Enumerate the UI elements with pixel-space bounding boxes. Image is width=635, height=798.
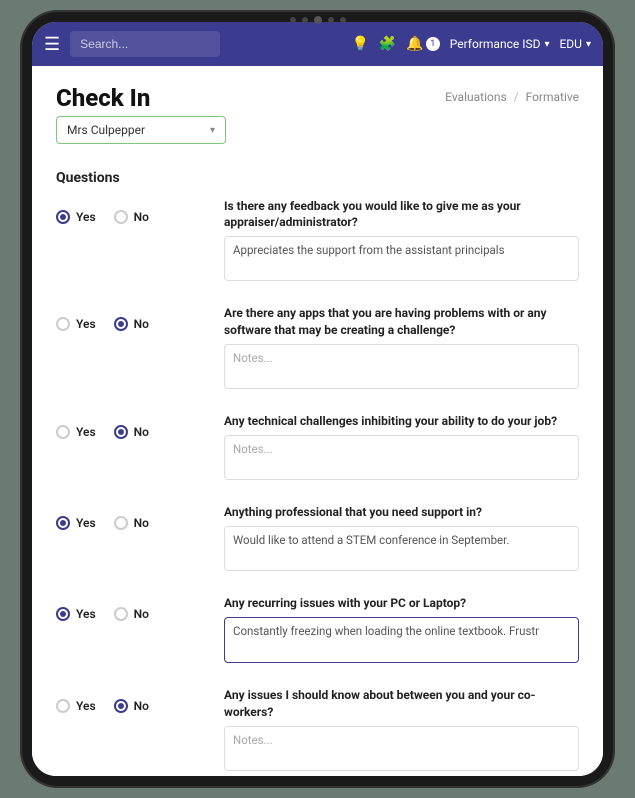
question-body: Any technical challenges inhibiting your…	[224, 413, 579, 484]
question-row: Yes No Is there any feedback you would lik…	[56, 198, 579, 285]
radio-label: Yes	[76, 607, 96, 621]
notifications-button[interactable]: 🔔 1	[406, 36, 439, 52]
role-dropdown[interactable]: EDU ▾	[559, 37, 591, 51]
question-row: Yes No Any issues I should know about betw…	[56, 687, 579, 774]
radio-group: Yes No	[56, 413, 206, 439]
radio-group: Yes No	[56, 687, 206, 713]
question-row: Yes No Anything professional that you need…	[56, 504, 579, 575]
radio-group: Yes No	[56, 198, 206, 224]
topbar: ☰ 💡 🧩 🔔 1 Performance ISD ▾ EDU ▾	[32, 22, 603, 66]
question-body: Is there any feedback you would like to …	[224, 198, 579, 285]
radio-label: No	[134, 317, 149, 331]
radio-dot-icon	[56, 699, 70, 713]
lightbulb-icon[interactable]: 💡	[351, 36, 368, 52]
org-label: Performance ISD	[450, 37, 541, 51]
radio-label: No	[134, 210, 149, 224]
radio-no[interactable]: No	[114, 516, 149, 530]
question-row: Yes No Any technical challenges inhibiting…	[56, 413, 579, 484]
question-text: Any issues I should know about between y…	[224, 687, 579, 719]
question-text: Any technical challenges inhibiting your…	[224, 413, 579, 429]
radio-yes[interactable]: Yes	[56, 516, 96, 530]
radio-group: Yes No	[56, 504, 206, 530]
radio-dot-icon	[114, 699, 128, 713]
notes-input[interactable]	[224, 236, 579, 281]
role-label: EDU	[559, 37, 581, 51]
tablet-camera	[290, 16, 346, 24]
radio-dot-icon	[56, 425, 70, 439]
breadcrumb-current: Formative	[526, 90, 579, 104]
radio-group: Yes No	[56, 595, 206, 621]
screen: ☰ 💡 🧩 🔔 1 Performance ISD ▾ EDU ▾ Check …	[32, 22, 603, 776]
radio-yes[interactable]: Yes	[56, 425, 96, 439]
notes-input[interactable]	[224, 726, 579, 771]
radio-dot-icon	[114, 425, 128, 439]
section-title: Questions	[56, 170, 579, 186]
radio-label: Yes	[76, 210, 96, 224]
person-select[interactable]: Mrs Culpepper ▾	[56, 116, 226, 144]
radio-yes[interactable]: Yes	[56, 210, 96, 224]
question-text: Is there any feedback you would like to …	[224, 198, 579, 230]
notification-badge: 1	[426, 37, 440, 51]
radio-yes[interactable]: Yes	[56, 607, 96, 621]
radio-dot-icon	[56, 607, 70, 621]
notes-input[interactable]	[224, 526, 579, 571]
bell-icon: 🔔	[406, 36, 423, 52]
questions-list: Yes No Is there any feedback you would lik…	[56, 198, 579, 775]
notes-input[interactable]	[224, 344, 579, 389]
question-text: Are there any apps that you are having p…	[224, 305, 579, 337]
question-text: Anything professional that you need supp…	[224, 504, 579, 520]
page-content: Check In Mrs Culpepper ▾ Evaluations / F…	[32, 66, 603, 776]
question-body: Any recurring issues with your PC or Lap…	[224, 595, 579, 667]
notes-input[interactable]	[224, 617, 579, 663]
tablet-frame: ☰ 💡 🧩 🔔 1 Performance ISD ▾ EDU ▾ Check …	[20, 10, 615, 788]
chevron-down-icon: ▾	[586, 39, 591, 50]
radio-dot-icon	[114, 317, 128, 331]
radio-dot-icon	[114, 607, 128, 621]
radio-yes[interactable]: Yes	[56, 699, 96, 713]
radio-no[interactable]: No	[114, 210, 149, 224]
question-row: Yes No Are there any apps that you are hav…	[56, 305, 579, 392]
radio-label: Yes	[76, 425, 96, 439]
radio-label: No	[134, 425, 149, 439]
radio-no[interactable]: No	[114, 317, 149, 331]
chevron-down-icon: ▾	[210, 125, 215, 136]
chevron-down-icon: ▾	[544, 39, 549, 50]
radio-no[interactable]: No	[114, 425, 149, 439]
question-body: Are there any apps that you are having p…	[224, 305, 579, 392]
radio-label: Yes	[76, 317, 96, 331]
page-title: Check In	[56, 84, 226, 112]
search-input[interactable]	[70, 31, 220, 57]
question-body: Anything professional that you need supp…	[224, 504, 579, 575]
radio-no[interactable]: No	[114, 699, 149, 713]
org-dropdown[interactable]: Performance ISD ▾	[450, 37, 550, 51]
radio-dot-icon	[114, 210, 128, 224]
radio-dot-icon	[56, 317, 70, 331]
radio-group: Yes No	[56, 305, 206, 331]
puzzle-icon[interactable]: 🧩	[379, 36, 396, 52]
radio-label: No	[134, 607, 149, 621]
radio-label: No	[134, 699, 149, 713]
radio-dot-icon	[114, 516, 128, 530]
menu-icon[interactable]: ☰	[44, 34, 60, 55]
breadcrumb-parent[interactable]: Evaluations	[445, 90, 507, 104]
radio-label: Yes	[76, 699, 96, 713]
question-text: Any recurring issues with your PC or Lap…	[224, 595, 579, 611]
question-body: Any issues I should know about between y…	[224, 687, 579, 774]
radio-dot-icon	[56, 210, 70, 224]
radio-label: Yes	[76, 516, 96, 530]
breadcrumb: Evaluations / Formative	[445, 90, 579, 104]
notes-input[interactable]	[224, 435, 579, 480]
radio-no[interactable]: No	[114, 607, 149, 621]
question-row: Yes No Any recurring issues with your PC o…	[56, 595, 579, 667]
radio-label: No	[134, 516, 149, 530]
radio-yes[interactable]: Yes	[56, 317, 96, 331]
person-selected-label: Mrs Culpepper	[67, 123, 145, 137]
radio-dot-icon	[56, 516, 70, 530]
